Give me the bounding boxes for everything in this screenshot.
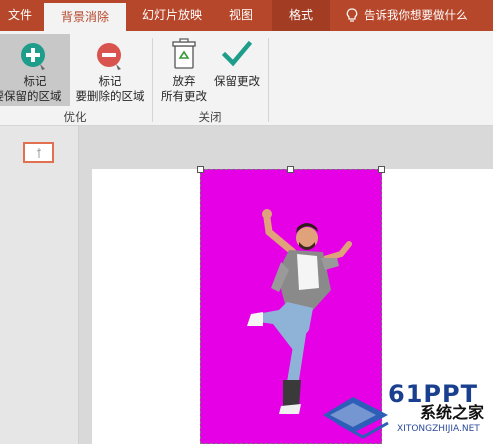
mark-keep-button[interactable]: 标记 要保留的区域 bbox=[0, 34, 70, 106]
tab-background-removal[interactable]: 背景消除 bbox=[44, 3, 126, 31]
mark-remove-label-1: 标记 bbox=[98, 74, 122, 88]
resize-handle[interactable] bbox=[378, 166, 385, 173]
tab-view[interactable]: 视图 bbox=[218, 0, 264, 31]
mark-keep-label-1: 标记 bbox=[23, 74, 47, 88]
mark-keep-label-2: 要保留的区域 bbox=[0, 89, 62, 103]
keep-changes-label: 保留更改 bbox=[214, 74, 260, 88]
lightbulb-icon bbox=[346, 8, 358, 22]
watermark-name: 系统之家 bbox=[420, 403, 485, 422]
group-separator bbox=[152, 38, 153, 122]
slide-thumbnail[interactable] bbox=[23, 142, 54, 163]
recycle-bin-icon bbox=[172, 38, 196, 69]
slide-thumbnail-pane bbox=[0, 126, 79, 444]
tab-format[interactable]: 格式 bbox=[272, 0, 330, 31]
tell-me-box[interactable]: 告诉我你想要做什么 bbox=[364, 0, 468, 31]
group-label-close: 关闭 bbox=[198, 110, 222, 124]
ribbon-tab-bar: 文件 背景消除 幻灯片放映 视图 格式 告诉我你想要做什么 bbox=[0, 0, 493, 31]
minus-circle-icon bbox=[97, 43, 121, 70]
group-separator bbox=[268, 38, 269, 122]
watermark-url: XITONGZHIJIA.NET bbox=[397, 424, 480, 434]
plus-circle-icon bbox=[21, 43, 45, 70]
thumbnail-figure bbox=[37, 148, 41, 158]
discard-label-2: 所有更改 bbox=[161, 89, 207, 103]
mark-remove-button[interactable]: 标记 要删除的区域 bbox=[72, 34, 148, 106]
keep-changes-button[interactable]: 保留更改 bbox=[210, 34, 264, 106]
mark-remove-label-2: 要删除的区域 bbox=[75, 89, 145, 103]
discard-label-1: 放弃 bbox=[172, 74, 196, 88]
checkmark-icon bbox=[222, 40, 252, 67]
group-label-refine: 优化 bbox=[63, 110, 87, 124]
resize-handle[interactable] bbox=[287, 166, 294, 173]
tab-slideshow[interactable]: 幻灯片放映 bbox=[130, 0, 214, 31]
resize-handle[interactable] bbox=[197, 166, 204, 173]
discard-changes-button[interactable]: 放弃 所有更改 bbox=[154, 34, 214, 106]
tab-file[interactable]: 文件 bbox=[0, 0, 40, 31]
